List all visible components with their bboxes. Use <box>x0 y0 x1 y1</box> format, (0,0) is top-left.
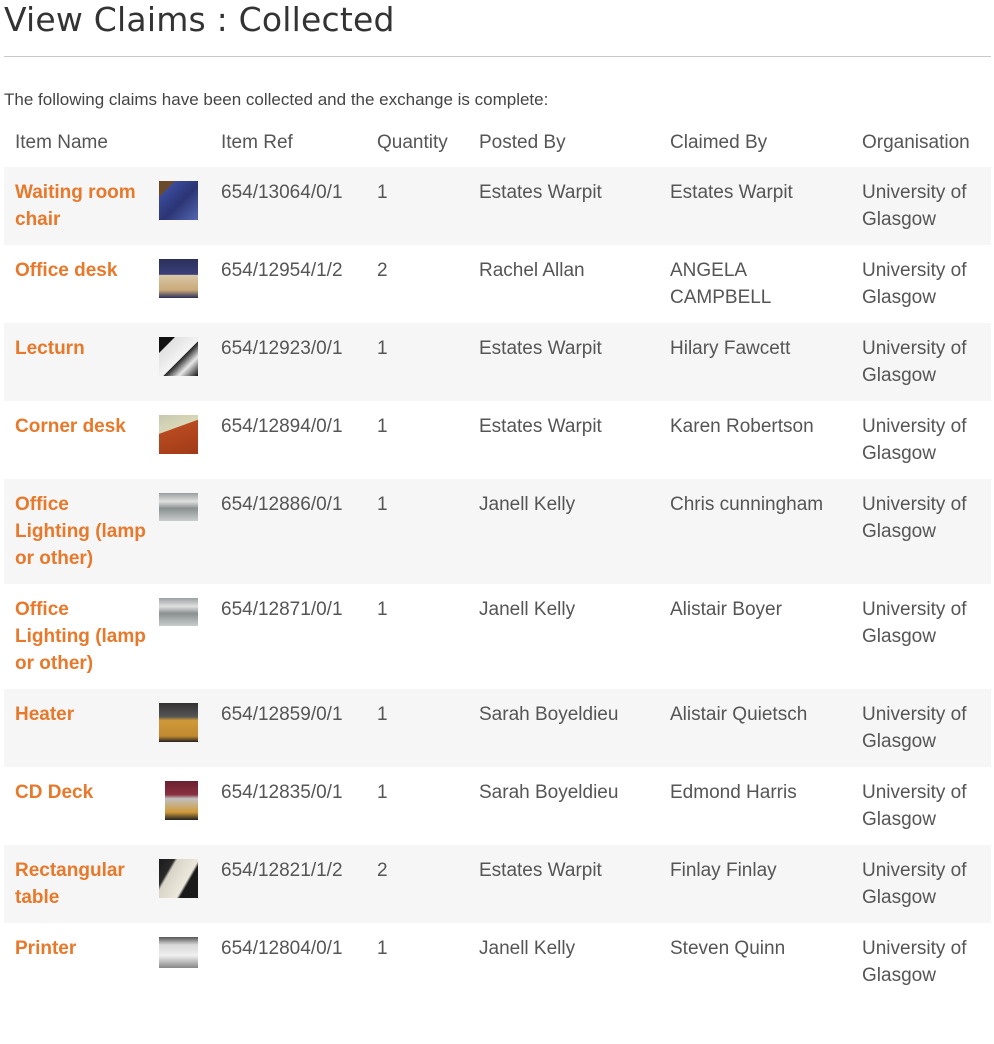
page-title: View Claims : Collected <box>4 0 395 39</box>
item-thumbnail[interactable] <box>159 337 198 376</box>
header-item-name: Item Name <box>15 132 108 153</box>
item-name-link[interactable]: Printer <box>15 938 76 959</box>
item-name-link[interactable]: CD Deck <box>15 782 93 803</box>
item-name-link[interactable]: Office Lighting (lamp or other) <box>15 494 146 569</box>
item-quantity: 1 <box>377 704 388 725</box>
header-thumbnail <box>148 126 210 167</box>
item-thumbnail[interactable] <box>159 859 198 898</box>
item-ref: 654/12923/0/1 <box>221 338 343 359</box>
item-quantity: 1 <box>377 938 388 959</box>
item-thumbnail[interactable] <box>159 415 198 454</box>
item-name-link[interactable]: Office desk <box>15 260 117 281</box>
claims-table: Item Name Item Ref Quantity Posted By Cl… <box>4 126 991 1001</box>
title-divider <box>4 56 991 57</box>
item-ref: 654/12835/0/1 <box>221 782 343 803</box>
item-quantity: 2 <box>377 260 388 281</box>
table-row: Heater 654/12859/0/1 1 Sarah Boyeldieu A… <box>4 689 991 767</box>
item-quantity: 1 <box>377 338 388 359</box>
table-row: Corner desk 654/12894/0/1 1 Estates Warp… <box>4 401 991 479</box>
header-claimed-by: Claimed By <box>670 132 768 153</box>
table-row: CD Deck 654/12835/0/1 1 Sarah Boyeldieu … <box>4 767 991 845</box>
item-thumbnail[interactable] <box>159 493 198 521</box>
item-ref: 654/12859/0/1 <box>221 704 343 725</box>
posted-by: Rachel Allan <box>479 260 585 281</box>
posted-by: Janell Kelly <box>479 599 576 620</box>
claimed-by: Finlay Finlay <box>670 860 777 881</box>
item-ref: 654/13064/0/1 <box>221 182 343 203</box>
posted-by: Janell Kelly <box>479 938 576 959</box>
organisation: University of Glasgow <box>862 182 967 230</box>
claimed-by: Alistair Boyer <box>670 599 782 620</box>
organisation: University of Glasgow <box>862 494 967 542</box>
item-ref: 654/12886/0/1 <box>221 494 343 515</box>
item-ref: 654/12804/0/1 <box>221 938 343 959</box>
item-quantity: 1 <box>377 599 388 620</box>
item-quantity: 1 <box>377 782 388 803</box>
item-name-link[interactable]: Office Lighting (lamp or other) <box>15 599 146 674</box>
posted-by: Sarah Boyeldieu <box>479 782 619 803</box>
table-row: Office desk 654/12954/1/2 2 Rachel Allan… <box>4 245 991 323</box>
item-quantity: 1 <box>377 494 388 515</box>
item-thumbnail[interactable] <box>159 259 198 298</box>
item-thumbnail[interactable] <box>165 781 198 820</box>
organisation: University of Glasgow <box>862 782 967 830</box>
organisation: University of Glasgow <box>862 260 967 308</box>
item-thumbnail[interactable] <box>159 598 198 626</box>
item-quantity: 1 <box>377 182 388 203</box>
item-quantity: 2 <box>377 860 388 881</box>
item-ref: 654/12954/1/2 <box>221 260 343 281</box>
claimed-by: Estates Warpit <box>670 182 793 203</box>
header-quantity: Quantity <box>377 132 448 153</box>
posted-by: Sarah Boyeldieu <box>479 704 619 725</box>
item-name-link[interactable]: Rectangular table <box>15 860 125 908</box>
item-thumbnail[interactable] <box>159 937 198 968</box>
item-name-link[interactable]: Lecturn <box>15 338 85 359</box>
item-ref: 654/12894/0/1 <box>221 416 343 437</box>
claimed-by: Alistair Quietsch <box>670 704 808 725</box>
table-row: Waiting room chair 654/13064/0/1 1 Estat… <box>4 167 991 245</box>
posted-by: Estates Warpit <box>479 338 602 359</box>
table-header-row: Item Name Item Ref Quantity Posted By Cl… <box>4 126 991 167</box>
organisation: University of Glasgow <box>862 338 967 386</box>
claimed-by: Edmond Harris <box>670 782 797 803</box>
posted-by: Janell Kelly <box>479 494 576 515</box>
organisation: University of Glasgow <box>862 599 967 647</box>
header-item-ref: Item Ref <box>221 132 293 153</box>
claimed-by: Chris cunningham <box>670 494 824 515</box>
table-row: Office Lighting (lamp or other) 654/1287… <box>4 584 991 689</box>
item-name-link[interactable]: Waiting room chair <box>15 182 136 230</box>
claimed-by: Karen Robertson <box>670 416 814 437</box>
item-quantity: 1 <box>377 416 388 437</box>
posted-by: Estates Warpit <box>479 182 602 203</box>
table-row: Printer 654/12804/0/1 1 Janell Kelly Ste… <box>4 923 991 1001</box>
item-ref: 654/12871/0/1 <box>221 599 343 620</box>
item-name-link[interactable]: Corner desk <box>15 416 126 437</box>
item-thumbnail[interactable] <box>159 181 198 220</box>
item-thumbnail[interactable] <box>159 703 198 742</box>
organisation: University of Glasgow <box>862 860 967 908</box>
item-name-link[interactable]: Heater <box>15 704 74 725</box>
table-row: Office Lighting (lamp or other) 654/1288… <box>4 479 991 584</box>
table-row: Rectangular table 654/12821/1/2 2 Estate… <box>4 845 991 923</box>
header-organisation: Organisation <box>862 132 970 153</box>
posted-by: Estates Warpit <box>479 416 602 437</box>
organisation: University of Glasgow <box>862 704 967 752</box>
claimed-by: Steven Quinn <box>670 938 786 959</box>
claimed-by: ANGELA CAMPBELL <box>670 260 772 308</box>
intro-text: The following claims have been collected… <box>4 90 549 109</box>
item-ref: 654/12821/1/2 <box>221 860 343 881</box>
posted-by: Estates Warpit <box>479 860 602 881</box>
organisation: University of Glasgow <box>862 416 967 464</box>
table-row: Lecturn 654/12923/0/1 1 Estates Warpit H… <box>4 323 991 401</box>
organisation: University of Glasgow <box>862 938 967 986</box>
claimed-by: Hilary Fawcett <box>670 338 791 359</box>
header-posted-by: Posted By <box>479 132 566 153</box>
